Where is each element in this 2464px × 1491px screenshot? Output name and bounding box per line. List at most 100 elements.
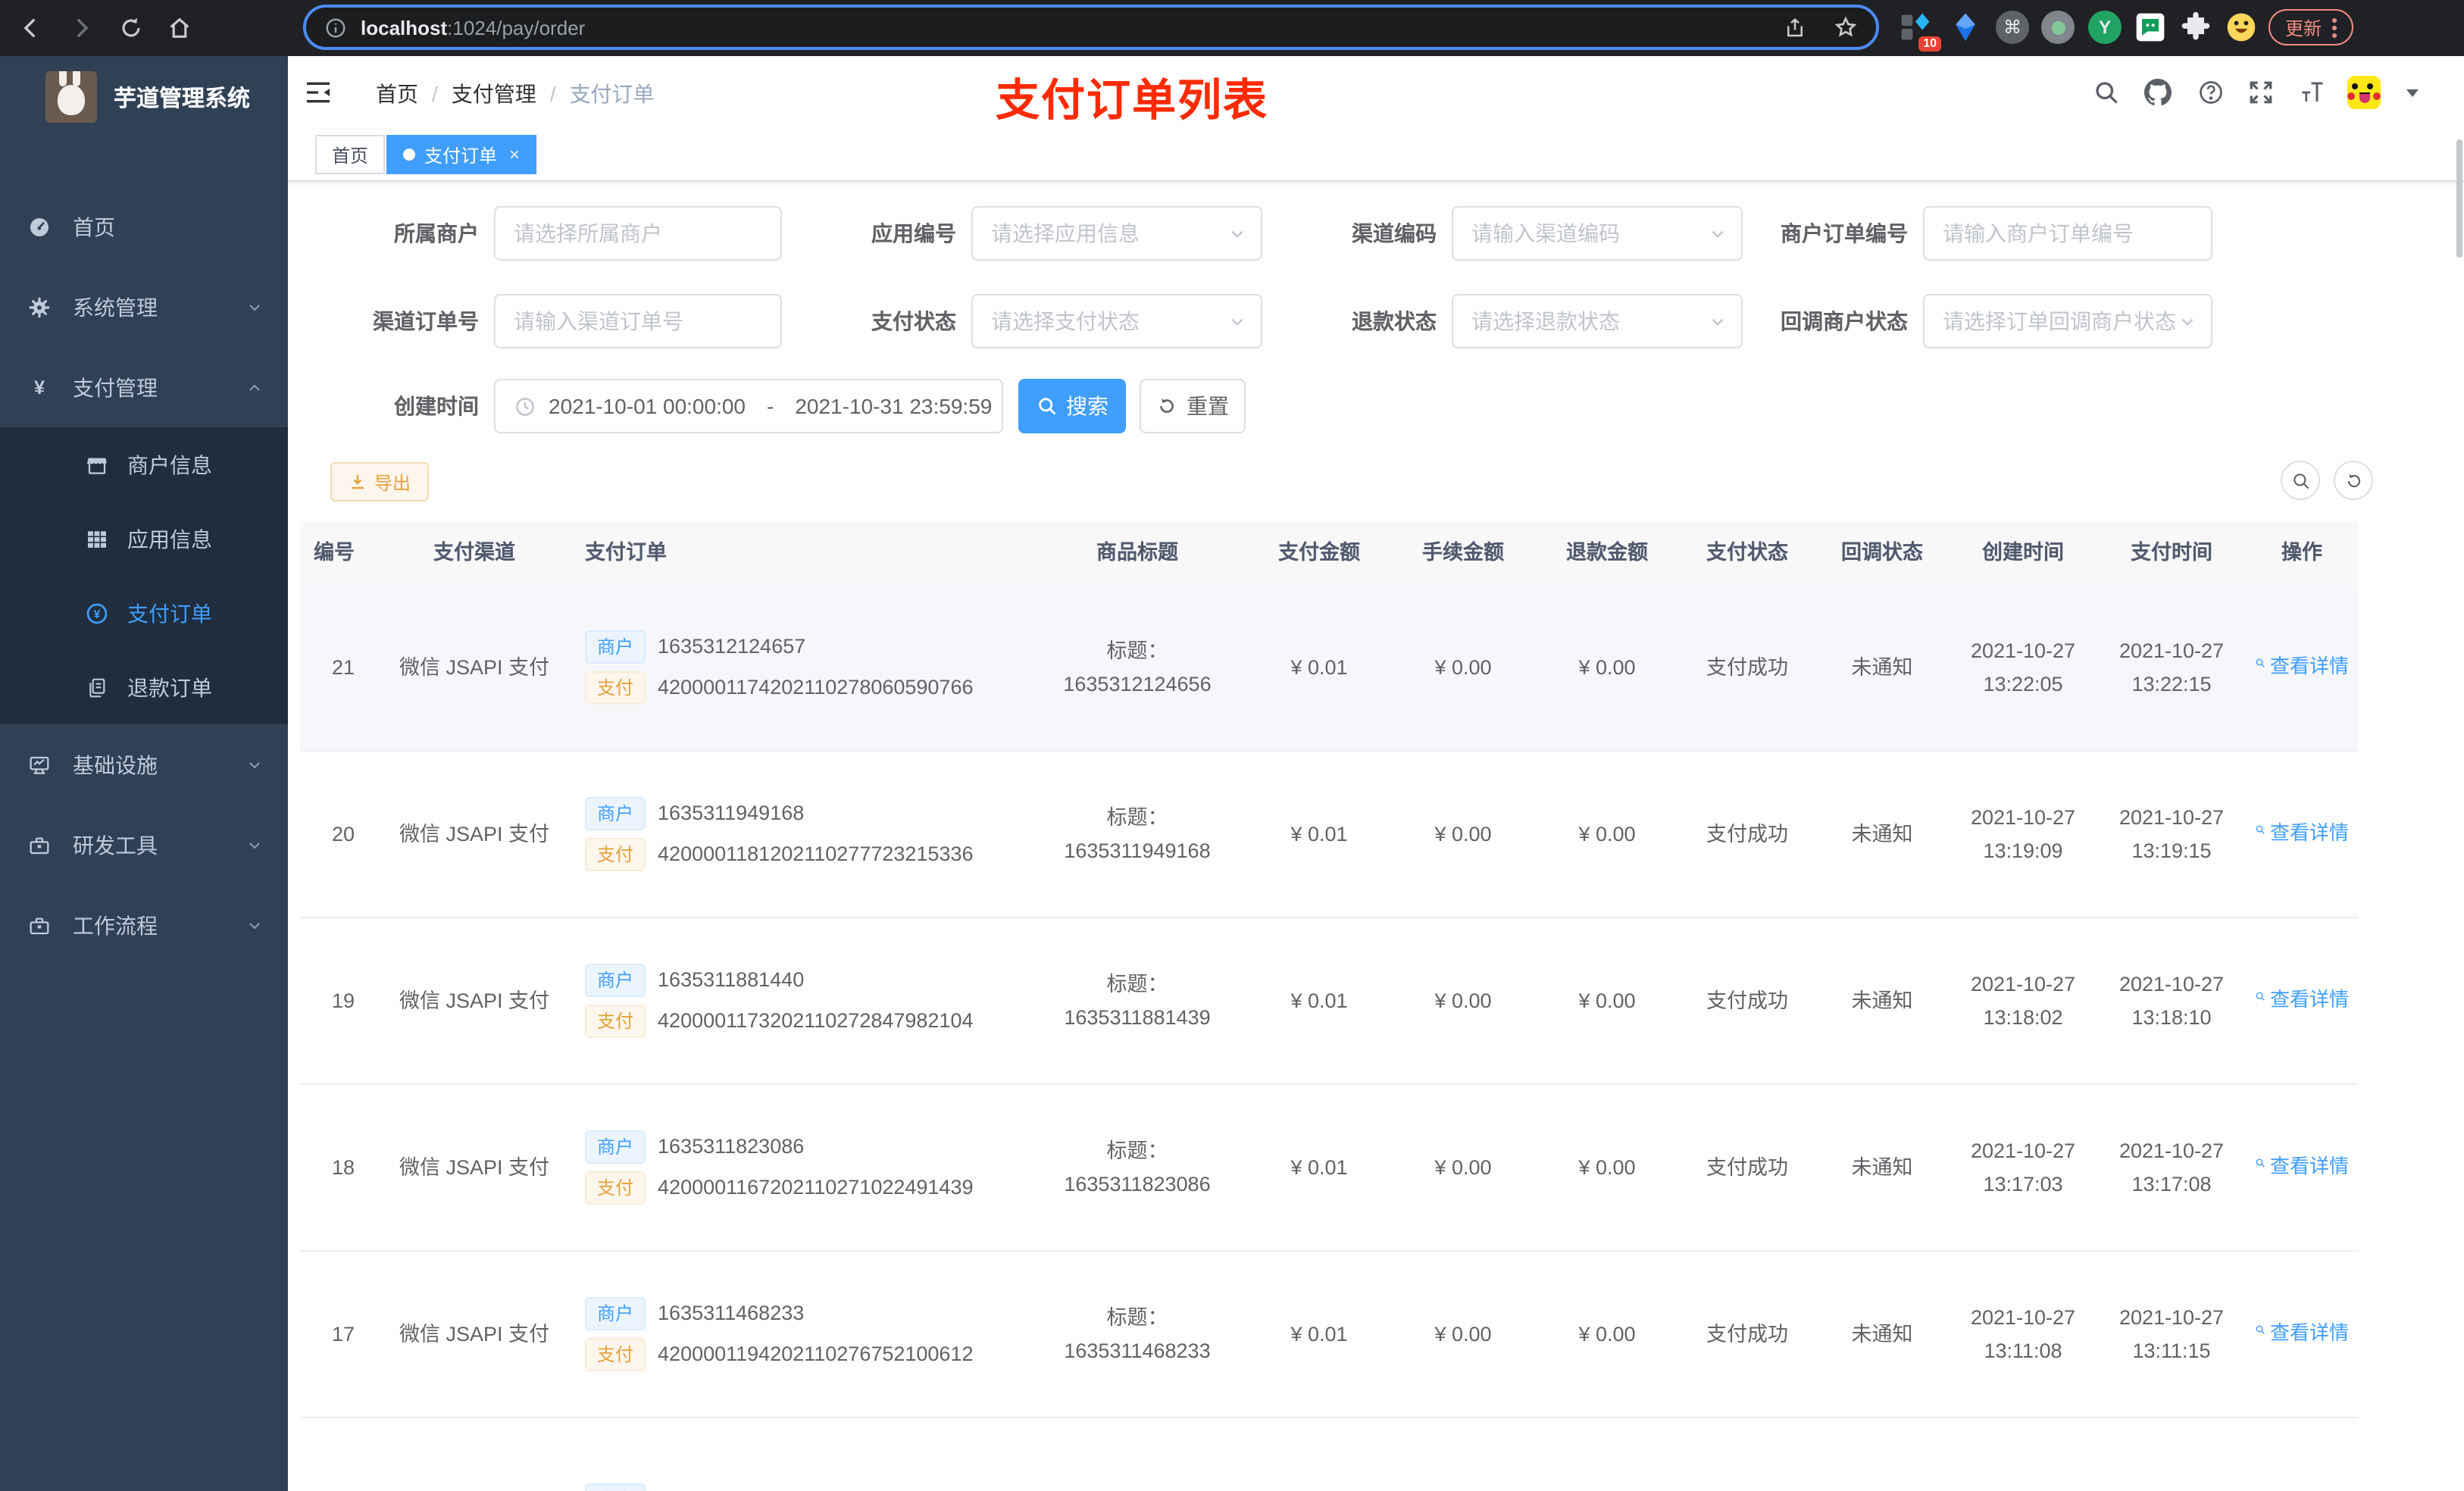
forward-icon[interactable] [68,15,94,41]
pay-tag: 支付 [585,838,646,872]
merchant-tag: 商户 [585,963,646,997]
sidebar-item-workflow[interactable]: 工作流程 [0,885,288,965]
sidebar-item-pay-order[interactable]: ¥ 支付订单 [0,576,288,650]
home-icon[interactable] [167,15,192,41]
search-icon[interactable] [2093,79,2120,106]
pay-status-cell: 支付成功 [1706,989,1788,1012]
product-title-cell: 标题：1635311949168 [1064,805,1211,861]
site-info-icon[interactable] [324,16,347,39]
select-pay-status[interactable]: 请选择支付状态 [971,294,1262,349]
view-detail-link[interactable]: 查看详情 [2255,985,2349,1017]
collapse-sidebar-icon[interactable] [303,77,333,108]
avatar-caret-icon[interactable] [2406,89,2419,97]
sidebar-item-home[interactable]: 首页 [0,186,288,267]
font-size-icon[interactable] [2299,79,2326,106]
order-id-cell: 20 [331,822,355,846]
date-start: 2021-10-01 00:00:00 [549,394,746,418]
y-extension-icon[interactable]: Y [2088,11,2122,44]
kite-extension-icon[interactable] [1949,11,1982,44]
pay-transaction-line: 支付 4200001194202110276752100612 [585,1338,1018,1372]
refresh-table-button[interactable] [2334,461,2373,500]
share-icon[interactable] [1784,16,1806,39]
extension-tiles-icon[interactable]: 10 [1899,11,1941,52]
select-callback-status[interactable]: 请选择订单回调商户状态 [1923,294,2212,349]
sidebar-item-label: 应用信息 [127,527,212,551]
view-detail-link[interactable]: 查看详情 [2255,818,2349,850]
page-scrollbar[interactable] [2456,139,2462,258]
fullscreen-icon[interactable] [2247,79,2275,106]
reset-button[interactable]: 重置 [1140,379,1246,433]
tab-home[interactable]: 首页 [315,135,386,174]
sidebar-item-app-info[interactable]: 应用信息 [0,502,288,576]
column-header: 支付订单 [585,541,667,564]
pay-transaction-no: 4200001173202110272847982104 [658,1009,974,1033]
breadcrumb-home[interactable]: 首页 [376,79,418,109]
sidebar-item-infrastructure[interactable]: 基础设施 [0,724,288,805]
column-header: 创建时间 [1982,541,2064,564]
merchant-order-no: 1635311468233 [658,1302,805,1324]
profile-avatar-icon[interactable] [2225,11,2258,44]
view-detail-label: 查看详情 [2269,1155,2349,1178]
github-icon[interactable] [2144,79,2172,106]
annotation-title: 支付订单列表 [996,77,1269,126]
sidebar-item-dev-tools[interactable]: 研发工具 [0,805,288,885]
back-icon[interactable] [18,15,44,41]
table-row[interactable]: 18 微信 JSAPI 支付 商户 1635311823086 支付 4200001167… [300,1085,2358,1252]
url-bar[interactable]: localhost:1024/pay/order [303,5,1879,50]
tab-pay-order[interactable]: 支付订单 × [386,135,537,174]
column-header: 回调状态 [1841,541,1923,564]
shop-icon [85,452,109,477]
input-merchant[interactable]: 请选择所属商户 [494,206,782,261]
fee-amount-cell: ¥ 0.00 [1434,989,1492,1012]
sidebar-item-merchant-info[interactable]: 商户信息 [0,427,288,502]
view-detail-label: 查看详情 [2269,821,2349,845]
chevron-down-icon [245,916,264,934]
help-icon[interactable] [2197,79,2225,106]
filter-field-channel-order-no: 渠道订单号 请输入渠道订单号 [288,294,782,349]
select-refund-status[interactable]: 请选择退款状态 [1452,294,1743,349]
view-detail-link[interactable]: 查看详情 [2255,652,2349,683]
placeholder-text: 请选择支付状态 [991,309,1140,333]
export-button[interactable]: 导出 [330,462,430,502]
chrome-menu-icon[interactable] [2332,14,2337,40]
sidebar-item-payment-management[interactable]: ¥ 支付管理 [0,347,288,427]
merchant-tag: 商户 [585,796,646,830]
view-detail-link[interactable]: 查看详情 [2255,1318,2349,1350]
sidebar-item-label: 支付管理 [73,375,158,399]
sidebar-item-system-management[interactable]: 系统管理 [0,267,288,347]
screen: localhost:1024/pay/order 10 ⌘ Y 更新 芋道管理… [0,0,2464,1491]
close-tab-icon[interactable]: × [509,144,520,165]
grid-icon [85,527,109,551]
chat-extension-icon[interactable] [2134,11,2167,44]
sidebar-item-refund-order[interactable]: 退款订单 [0,650,288,724]
table-viewport: 编号 支付渠道 支付订单 商品标题 支付金额 手续金额 退款金额 支付状态 回调状态 创建时间 支付… [300,521,2452,1491]
input-channel-order-no[interactable]: 请输入渠道订单号 [494,294,782,349]
bookmark-star-icon[interactable] [1834,15,1858,39]
download-icon [349,473,367,491]
notify-status-cell: 未通知 [1851,822,1913,846]
product-title-cell: 标题：1635311823086 [1064,1139,1211,1195]
select-app-no[interactable]: 请选择应用信息 [971,206,1262,261]
user-avatar[interactable] [2347,76,2381,109]
table-row[interactable]: 商户 1635311354786 [300,1418,2358,1491]
command-extension-icon[interactable]: ⌘ [1996,11,2029,44]
table-row[interactable]: 20 微信 JSAPI 支付 商户 1635311949168 支付 4200001181… [300,752,2358,918]
search-button[interactable]: 搜索 [1018,379,1126,433]
merchant-order-line: 商户 1635311881440 [585,963,1018,997]
reload-icon[interactable] [118,15,144,41]
table-row[interactable]: 21 微信 JSAPI 支付 商户 1635312124657 支付 4200001174… [300,585,2358,752]
action-cell: 查看详情 [2246,985,2358,1017]
table-row[interactable]: 17 微信 JSAPI 支付 商户 1635311468233 支付 4200001194… [300,1252,2358,1418]
hide-search-button[interactable] [2281,461,2320,500]
chrome-update-button[interactable]: 更新 [2269,9,2354,45]
extensions-puzzle-icon[interactable] [2179,11,2212,44]
select-channel-code[interactable]: 请输入渠道编码 [1452,206,1743,261]
date-range-input[interactable]: 2021-10-01 00:00:00 - 2021-10-31 23:59:5… [494,379,1003,433]
sidebar-logo[interactable]: 芋道管理系统 [0,70,250,124]
breadcrumb: 首页 / 支付管理 / 支付订单 [376,79,655,109]
view-detail-link[interactable]: 查看详情 [2255,1152,2349,1183]
placeholder-text: 请选择所属商户 [514,221,662,245]
table-row[interactable]: 19 微信 JSAPI 支付 商户 1635311881440 支付 4200001173… [300,918,2358,1085]
dot-extension-icon[interactable] [2041,11,2075,44]
input-merchant-order-no[interactable]: 请输入商户订单编号 [1923,206,2212,261]
